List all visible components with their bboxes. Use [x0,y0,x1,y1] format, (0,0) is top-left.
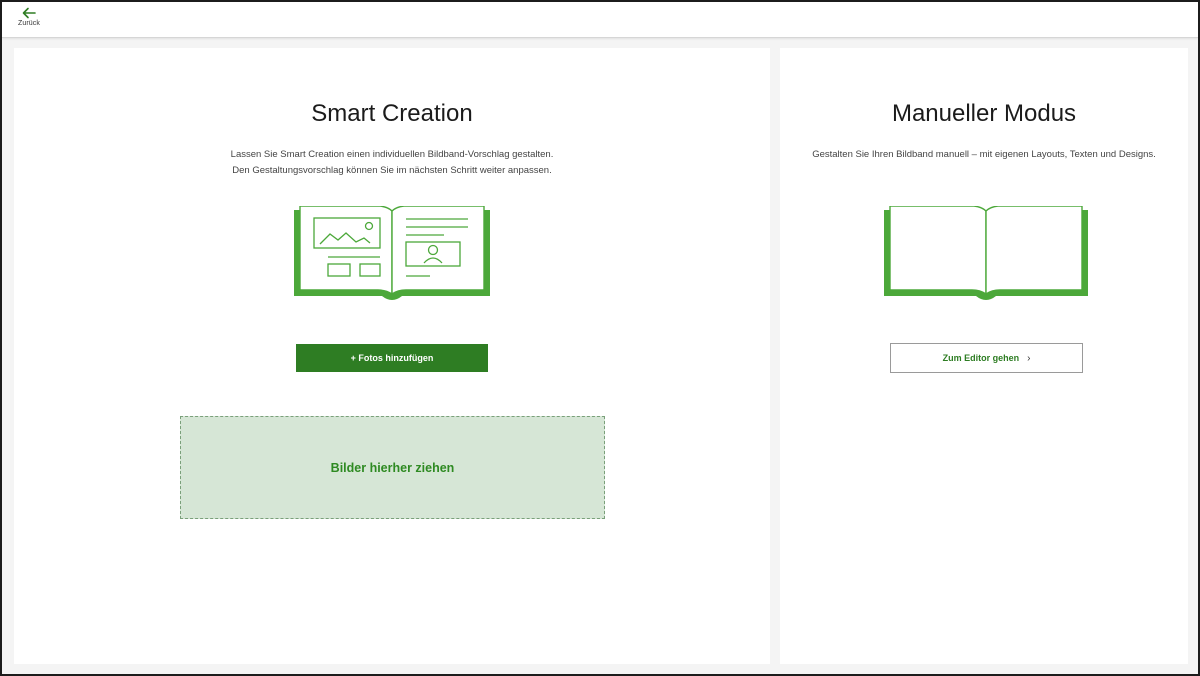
image-dropzone[interactable]: Bilder hierher ziehen [180,416,605,519]
smart-creation-desc-line-2: Den Gestaltungsvorschlag können Sie im n… [232,165,552,176]
top-bar: Zurück [2,2,1198,38]
smart-creation-title: Smart Creation [311,100,473,127]
blank-book-icon [884,206,1088,300]
manual-mode-panel: Manueller Modus Gestalten Sie Ihren Bild… [780,48,1188,664]
add-photos-button[interactable]: + Fotos hinzufügen [296,344,488,372]
smart-creation-panel: Smart Creation Lassen Sie Smart Creation… [14,48,770,664]
dropzone-label: Bilder hierher ziehen [330,460,455,475]
app-window: Zurück Smart Creation Lassen Sie Smart C… [2,2,1198,674]
chevron-right-icon: › [1027,352,1031,364]
photo-book-layout-icon [294,206,490,300]
back-label: Zurück [18,20,40,27]
smart-creation-desc-line-1: Lassen Sie Smart Creation einen individu… [230,149,554,160]
smart-creation-description: Lassen Sie Smart Creation einen individu… [14,147,770,179]
go-to-editor-label: Zum Editor gehen [942,353,1020,363]
go-to-editor-button[interactable]: Zum Editor gehen › [890,343,1083,373]
manual-mode-description: Gestalten Sie Ihren Bildband manuell – m… [812,149,1156,160]
manual-mode-title: Manueller Modus [891,100,1077,127]
back-button[interactable]: Zurück [14,7,44,35]
arrow-left-icon [22,7,36,19]
